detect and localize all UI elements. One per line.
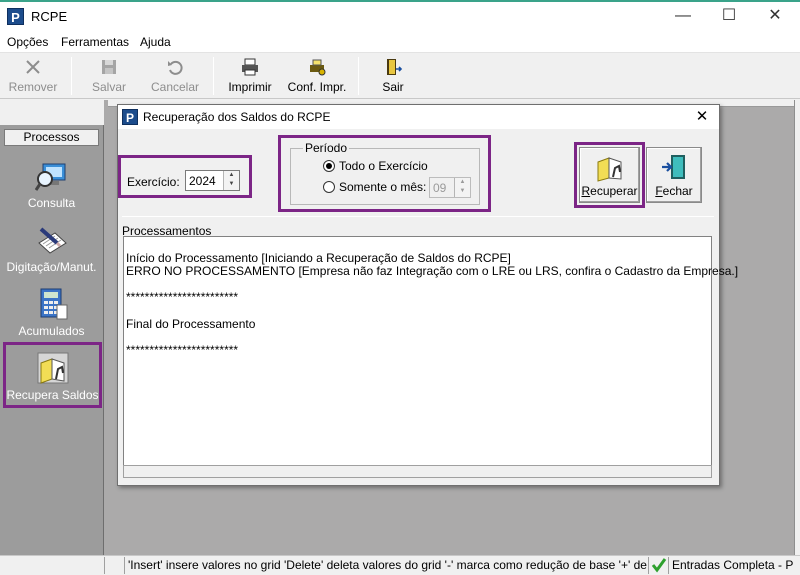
sidebar-item-recupera-saldos-label: Recupera Saldos	[6, 388, 99, 402]
spin-up-icon[interactable]: ▲	[224, 171, 239, 180]
sidebar-item-digitacao-label: Digitação/Manut.	[6, 260, 97, 274]
app-logo-icon: P	[7, 8, 24, 25]
imprimir-button[interactable]: Imprimir	[222, 55, 278, 97]
sidebar-item-acumulados[interactable]: Acumulados	[4, 287, 99, 345]
exercicio-spin-arrows: ▲ ▼	[223, 171, 239, 190]
log-line: ERRO NO PROCESSAMENTO [Empresa não faz I…	[126, 264, 739, 278]
sidebar-item-consulta-label: Consulta	[27, 196, 76, 210]
sidebar-item-acumulados-label: Acumulados	[18, 324, 85, 338]
sidebar-header[interactable]: Processos	[4, 129, 99, 146]
spin-down-icon[interactable]: ▼	[224, 180, 239, 189]
sair-label: Sair	[382, 80, 404, 94]
log-line: ************************	[126, 290, 239, 304]
dialog-titlebar[interactable]: P Recuperação dos Saldos do RCPE ✕	[118, 105, 719, 129]
log-horizontal-scrollbar[interactable]	[123, 465, 712, 478]
spin-up-icon[interactable]: ▲	[455, 178, 470, 187]
processos-sidebar: Processos Consulta Digitação/Manut. Acum…	[0, 125, 104, 555]
processamentos-log[interactable]: Início do Processamento [Iniciando a Rec…	[123, 236, 738, 466]
toolbar-separator	[71, 57, 72, 95]
right-scroll-edge	[794, 100, 800, 555]
log-line: ************************	[126, 343, 239, 357]
maximize-button[interactable]: ☐	[706, 2, 752, 31]
undo-icon	[165, 57, 185, 77]
toolbar: Remover Salvar Cancelar Imprimir Conf. I…	[0, 53, 800, 99]
pen-paper-icon	[35, 223, 69, 257]
fechar-label: Fechar	[655, 184, 693, 198]
somente-mes-radio[interactable]	[323, 181, 335, 193]
dialog-close-button[interactable]: ✕	[690, 107, 714, 127]
printer-settings-icon	[307, 57, 327, 77]
menu-opcoes[interactable]: Opções	[7, 35, 48, 49]
recover-folder-icon	[36, 351, 70, 385]
recuperar-label: Recuperar	[581, 184, 638, 198]
recuperacao-saldos-dialog: P Recuperação dos Saldos do RCPE ✕ Exerc…	[117, 104, 738, 486]
fechar-button[interactable]: Fechar	[646, 147, 702, 203]
status-cell-empty	[104, 557, 120, 574]
calculator-icon	[35, 287, 69, 321]
menu-bar: Opções Ferramentas Ajuda	[0, 31, 800, 53]
mes-value: 09	[433, 181, 447, 195]
log-line: Final do Processamento	[126, 317, 256, 331]
status-entradas: Entradas Completa - P	[668, 557, 800, 574]
conf-impr-label: Conf. Impr.	[287, 80, 347, 94]
periodo-title: Período	[303, 141, 350, 155]
todo-exercicio-radio[interactable]	[323, 160, 335, 172]
sidebar-item-consulta[interactable]: Consulta	[4, 159, 99, 217]
recover-folder-icon	[595, 152, 625, 182]
close-window-button[interactable]: ✕	[752, 2, 798, 31]
cancelar-button[interactable]: Cancelar	[146, 55, 204, 97]
mes-spinner[interactable]: 09 ▲ ▼	[429, 177, 471, 198]
todo-exercicio-label[interactable]: Todo o Exercício	[339, 159, 428, 173]
close-x-icon	[23, 57, 43, 77]
exit-door-icon	[383, 57, 403, 77]
somente-mes-label[interactable]: Somente o mês:	[339, 180, 426, 194]
status-cell-empty	[0, 557, 100, 574]
conf-impr-button[interactable]: Conf. Impr.	[284, 55, 350, 97]
printer-icon	[240, 57, 260, 77]
processamentos-separator	[122, 216, 714, 217]
minimize-button[interactable]: —	[660, 2, 706, 31]
window-titlebar[interactable]: P RCPE — ☐ ✕	[0, 2, 800, 31]
window-title: RCPE	[31, 9, 68, 24]
magnifier-computer-icon	[34, 159, 69, 193]
exercicio-value: 2024	[189, 174, 216, 188]
exercicio-spinner[interactable]: 2024 ▲ ▼	[185, 170, 240, 191]
menu-ferramentas[interactable]: Ferramentas	[61, 35, 129, 49]
dialog-title: Recuperação dos Saldos do RCPE	[143, 110, 331, 124]
toolbar-separator	[213, 57, 214, 95]
exit-door-icon	[659, 152, 689, 182]
dialog-logo-icon: P	[122, 109, 138, 125]
salvar-label: Salvar	[91, 80, 126, 94]
menu-ajuda[interactable]: Ajuda	[140, 35, 171, 49]
status-hint: 'Insert' insere valores no grid 'Delete'…	[124, 557, 647, 574]
toolbar-separator	[358, 57, 359, 95]
sidebar-item-recupera-saldos[interactable]: Recupera Saldos	[3, 342, 102, 408]
sair-button[interactable]: Sair	[368, 55, 418, 97]
remover-button[interactable]: Remover	[4, 55, 62, 97]
remover-label: Remover	[8, 80, 58, 94]
spin-down-icon[interactable]: ▼	[455, 187, 470, 196]
recuperar-button[interactable]: Recuperar	[579, 147, 640, 203]
cancelar-label: Cancelar	[150, 80, 200, 94]
exercicio-label: Exercício:	[127, 175, 180, 189]
salvar-button[interactable]: Salvar	[80, 55, 138, 97]
imprimir-label: Imprimir	[228, 80, 272, 94]
status-bar: 'Insert' insere valores no grid 'Delete'…	[0, 555, 800, 575]
floppy-disk-icon	[99, 57, 119, 77]
sidebar-item-digitacao[interactable]: Digitação/Manut.	[4, 223, 99, 281]
check-icon	[648, 557, 668, 574]
mes-spin-arrows: ▲ ▼	[454, 178, 470, 197]
log-line: Início do Processamento [Iniciando a Rec…	[126, 251, 511, 265]
